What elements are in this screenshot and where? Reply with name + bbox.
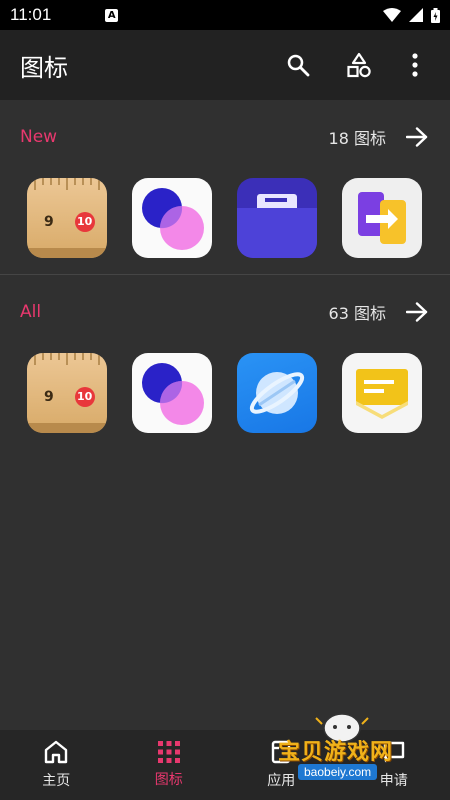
battery-icon (431, 7, 440, 23)
circles-icon[interactable] (132, 178, 212, 258)
nav-label: 图标 (154, 772, 183, 788)
section-all: All 63 图标 9 10 (0, 277, 450, 433)
section-count: 63 图标 (328, 304, 386, 323)
app-bar: 图标 (0, 30, 450, 100)
icon-row: 9 10 (0, 178, 450, 258)
shapes-icon[interactable] (344, 50, 374, 80)
ruler-number-left: 9 (44, 389, 54, 405)
wifi-icon (383, 8, 401, 22)
section-count: 18 图标 (328, 129, 386, 148)
ruler-number-right: 10 (77, 215, 93, 228)
section-header[interactable]: New 18 图标 (0, 102, 450, 172)
section-new: New 18 图标 9 10 (0, 102, 450, 258)
status-bar: 11:01 A (0, 0, 450, 30)
circles-icon[interactable] (132, 353, 212, 433)
ruler-icon[interactable]: 9 10 (27, 178, 107, 258)
page-title: 图标 (20, 53, 68, 82)
app-actions (283, 50, 430, 80)
planet-icon[interactable] (237, 353, 317, 433)
nav-label: 主页 (42, 773, 71, 789)
icon-row: 9 10 (0, 353, 450, 433)
arrow-right-icon[interactable] (404, 124, 430, 150)
ruler-number-right: 10 (77, 390, 93, 403)
section-title: New (20, 127, 58, 147)
folder-icon[interactable] (237, 178, 317, 258)
watermark-text: 宝贝游戏网 (278, 740, 394, 765)
ruler-number-left: 9 (44, 214, 54, 230)
watermark-logo: 宝贝游戏网 baobeiy.com (272, 706, 422, 796)
home-icon (45, 740, 68, 764)
grid-icon (157, 741, 180, 763)
signal-icon (409, 8, 423, 22)
nav-item-home[interactable]: 主页 (0, 730, 113, 800)
status-time: 11:01 (10, 5, 52, 24)
search-icon[interactable] (283, 50, 313, 80)
section-title: All (20, 302, 42, 322)
arrow-right-icon[interactable] (404, 299, 430, 325)
watermark-url: baobeiy.com (298, 764, 378, 780)
nav-item-icons[interactable]: 图标 (113, 730, 226, 800)
notification-icon: A (105, 8, 119, 22)
more-vert-icon[interactable] (400, 50, 430, 80)
section-divider (0, 274, 450, 275)
message-icon[interactable] (342, 353, 422, 433)
status-icons (383, 7, 440, 23)
transfer-icon[interactable] (342, 178, 422, 258)
ruler-icon[interactable]: 9 10 (27, 353, 107, 433)
section-header[interactable]: All 63 图标 (0, 277, 450, 347)
